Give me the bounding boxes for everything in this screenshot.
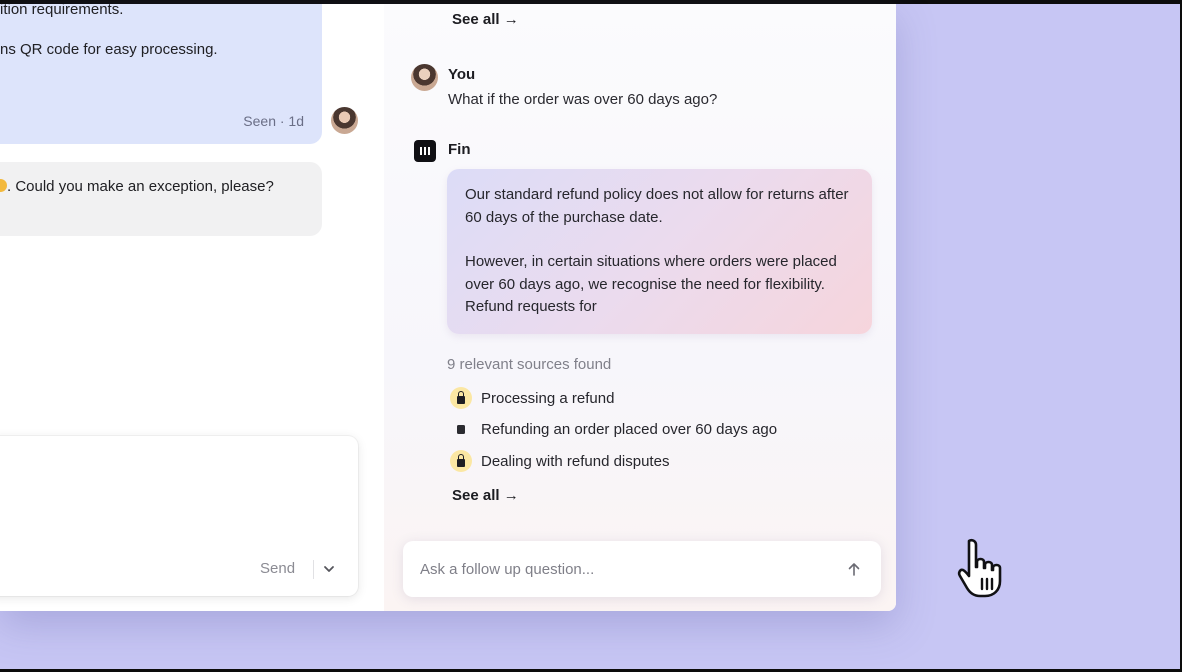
- user-avatar: [411, 64, 438, 91]
- user-question: What if the order was over 60 days ago?: [448, 91, 718, 108]
- source-title: Refunding an order placed over 60 days a…: [481, 420, 778, 438]
- source-title: Processing a refund: [481, 389, 615, 407]
- assistant-answer-bubble: Our standard refund policy does not allo…: [447, 169, 872, 334]
- chevron-down-icon: [324, 566, 334, 572]
- source-item[interactable]: Refunding an order placed over 60 days a…: [450, 418, 777, 440]
- send-options-button[interactable]: [322, 561, 336, 577]
- assistant-name: Fin: [448, 141, 471, 158]
- fin-logo-icon: [414, 140, 436, 162]
- conversation-pane: ition requirements. ns QR code for easy …: [0, 4, 384, 611]
- send-divider: [313, 560, 314, 579]
- customer-message-bubble: . Could you make an exception, please?: [0, 162, 322, 236]
- message-seen-status: Seen · 1d: [243, 113, 304, 129]
- submit-question-button[interactable]: [843, 558, 865, 580]
- lock-icon: [450, 387, 472, 409]
- emoji-icon: [0, 179, 7, 192]
- agent-message-line: ns QR code for easy processing.: [0, 41, 218, 58]
- source-item[interactable]: Dealing with refund disputes: [450, 450, 669, 472]
- customer-message-text: . Could you make an exception, please?: [7, 178, 274, 195]
- see-all-sources-link[interactable]: See all →: [452, 11, 519, 28]
- followup-question-box: [403, 541, 881, 597]
- agent-message-line: ition requirements.: [0, 4, 124, 18]
- answer-paragraph: However, in certain situations where ord…: [465, 253, 837, 315]
- copilot-pane: See all → You What if the order was over…: [384, 4, 896, 611]
- source-title: Dealing with refund disputes: [481, 452, 670, 470]
- sources-count: 9 relevant sources found: [447, 356, 612, 373]
- source-item[interactable]: Processing a refund: [450, 387, 614, 409]
- send-button[interactable]: Send: [260, 560, 295, 577]
- user-name: You: [448, 66, 476, 83]
- customer-message-line: . Could you make an exception, please?: [0, 178, 274, 195]
- see-all-sources-link[interactable]: See all →: [452, 487, 519, 504]
- reply-composer[interactable]: Send: [0, 436, 358, 596]
- arrow-up-icon: [848, 563, 860, 576]
- agent-avatar: [331, 107, 358, 134]
- answer-paragraph: Our standard refund policy does not allo…: [465, 186, 849, 226]
- lock-icon: [450, 450, 472, 472]
- inbox-window: ition requirements. ns QR code for easy …: [0, 4, 896, 611]
- document-icon: [450, 418, 472, 440]
- followup-question-input[interactable]: [403, 541, 823, 597]
- hand-pointer-cursor-icon: [957, 538, 1002, 598]
- agent-message-bubble: ition requirements. ns QR code for easy …: [0, 4, 322, 144]
